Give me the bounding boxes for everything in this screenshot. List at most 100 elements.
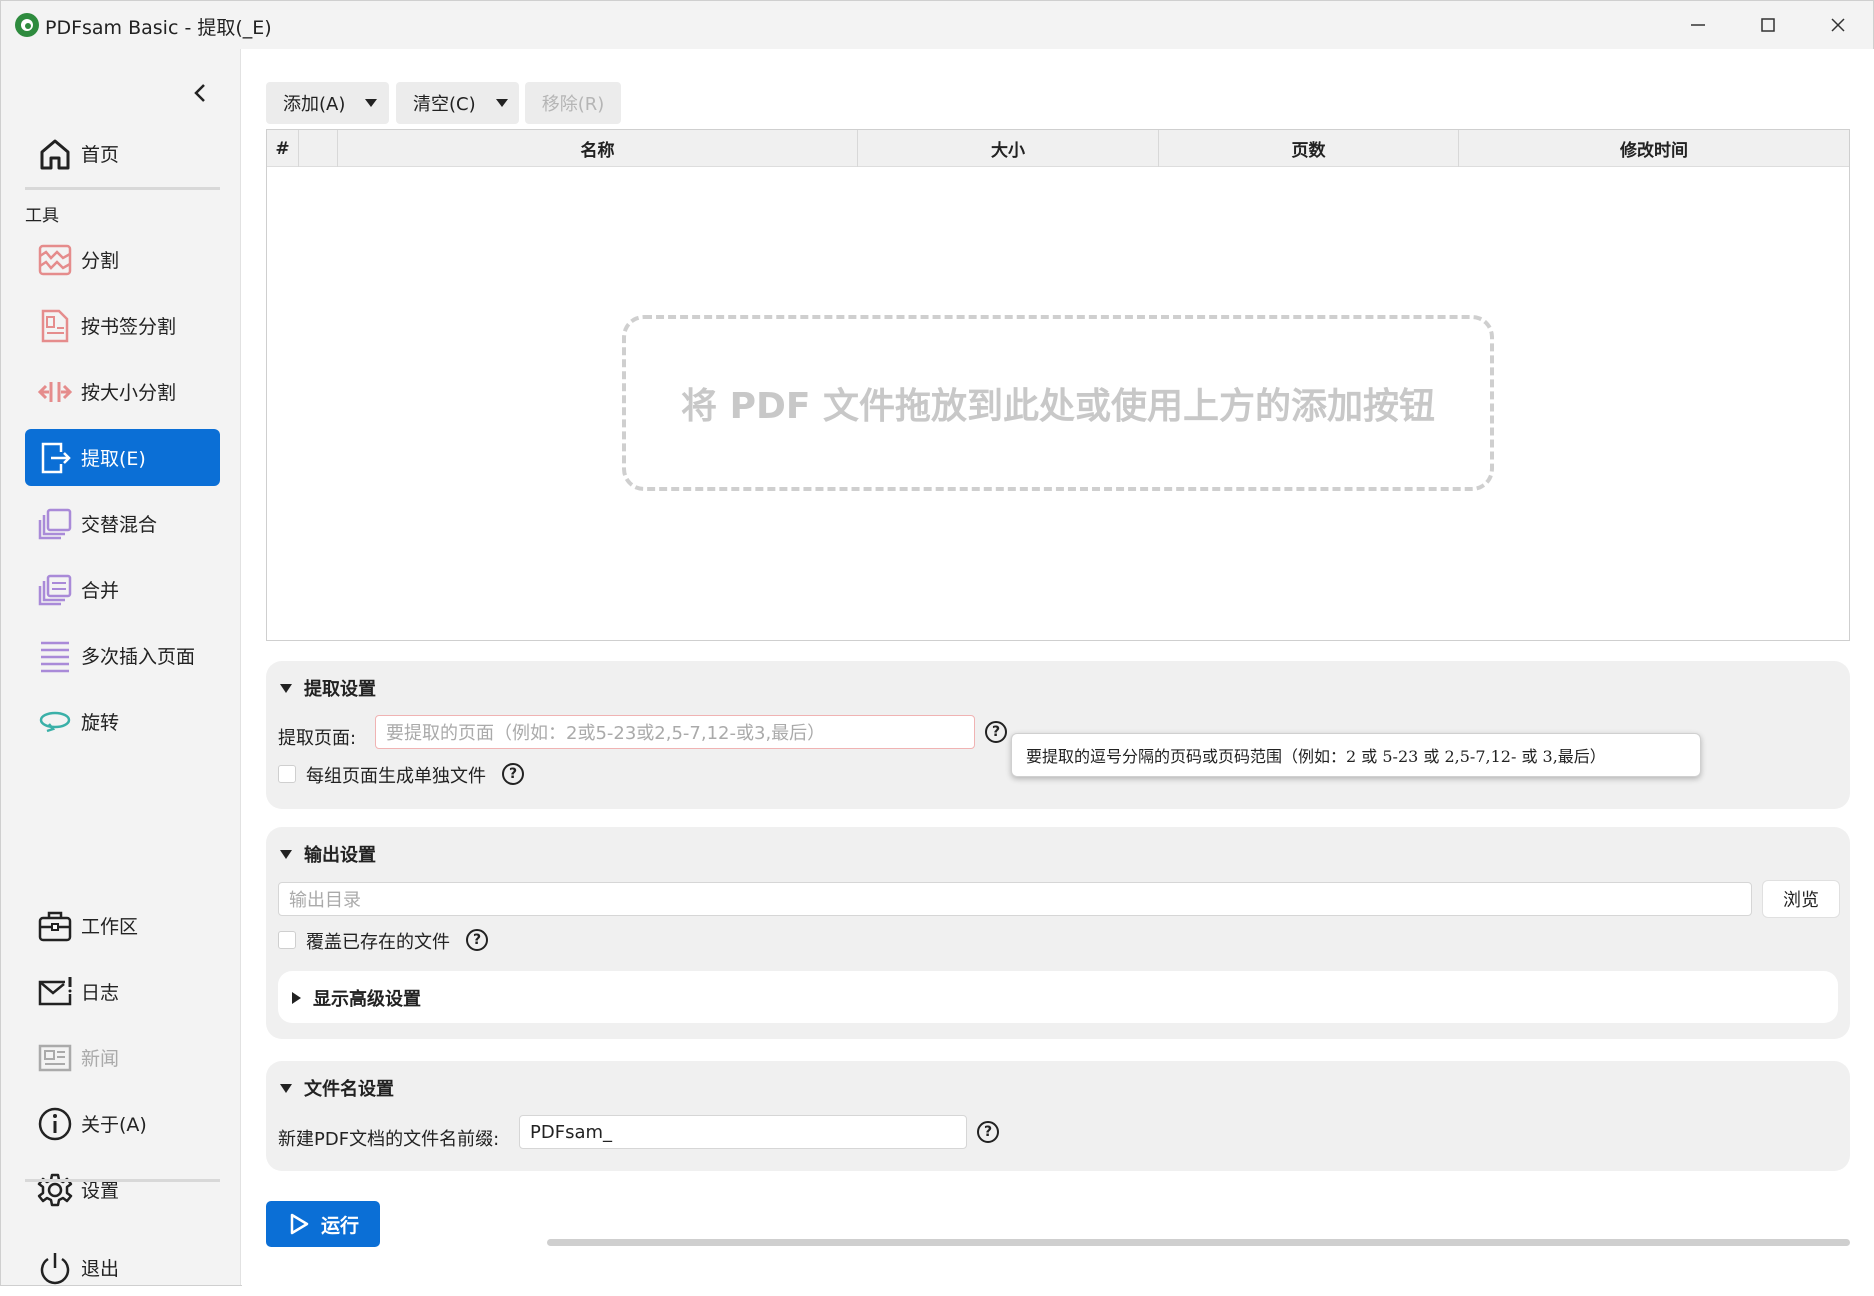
bookmark-split-icon bbox=[35, 306, 75, 346]
run-button[interactable]: 运行 bbox=[266, 1201, 380, 1247]
help-icon[interactable]: ? bbox=[466, 929, 488, 951]
drop-zone[interactable]: 将 PDF 文件拖放到此处或使用上方的添加按钮 bbox=[622, 315, 1494, 491]
prefix-input[interactable]: PDFsam_ bbox=[519, 1115, 967, 1149]
help-icon[interactable]: ? bbox=[985, 721, 1007, 743]
sidebar-item-bookmark-split[interactable]: 按书签分割 bbox=[25, 297, 220, 354]
sidebar-item-label: 按大小分割 bbox=[81, 382, 177, 404]
add-button[interactable]: 添加(A) bbox=[266, 82, 389, 124]
clear-button[interactable]: 清空(C) bbox=[396, 82, 519, 124]
pdfsam-logo-icon bbox=[15, 13, 39, 37]
pages-input-placeholder: 要提取的页面（例如：2或5-23或2,5-7,12-或3,最后） bbox=[386, 723, 826, 744]
help-icon[interactable]: ? bbox=[502, 763, 524, 785]
extract-icon bbox=[35, 438, 75, 478]
pages-input[interactable]: 要提取的页面（例如：2或5-23或2,5-7,12-或3,最后） bbox=[375, 715, 975, 749]
sidebar-item-settings[interactable]: 设置 bbox=[25, 1161, 220, 1218]
sidebar-item-alternate-mix[interactable]: 交替混合 bbox=[25, 495, 220, 552]
sidebar-item-label: 关于(A) bbox=[81, 1114, 147, 1136]
close-button[interactable] bbox=[1803, 1, 1873, 49]
pages-tooltip: 要提取的逗号分隔的页码或页码范围（例如：2 或 5-23 或 2,5-7,12-… bbox=[1011, 733, 1701, 777]
collapsed-triangle-icon bbox=[292, 992, 301, 1004]
sidebar-item-merge[interactable]: 合并 bbox=[25, 561, 220, 618]
sidebar-item-exit[interactable]: 退出 bbox=[25, 1239, 220, 1296]
run-button-label: 运行 bbox=[320, 1214, 359, 1237]
sidebar-item-news[interactable]: 新闻 bbox=[25, 1029, 220, 1086]
window-title: PDFsam Basic - 提取(_E) bbox=[45, 17, 272, 39]
divider bbox=[25, 1179, 220, 1182]
clear-button-label: 清空(C) bbox=[413, 94, 476, 115]
minimize-button[interactable] bbox=[1663, 1, 1733, 49]
sidebar-item-extract[interactable]: 提取(E) bbox=[25, 429, 220, 486]
overwrite-label: 覆盖已存在的文件 bbox=[306, 932, 450, 953]
log-icon bbox=[35, 972, 75, 1012]
extract-settings-header[interactable]: 提取设置 bbox=[280, 675, 376, 701]
advanced-settings-toggle[interactable]: 显示高级设置 bbox=[278, 971, 1838, 1023]
column-header-pages[interactable]: 页数 bbox=[1159, 130, 1459, 167]
sidebar-item-size-split[interactable]: 按大小分割 bbox=[25, 363, 220, 420]
expanded-triangle-icon bbox=[280, 1083, 292, 1093]
minimize-icon bbox=[1691, 24, 1705, 26]
sidebar-item-label: 新闻 bbox=[81, 1048, 120, 1070]
sidebar-item-label: 退出 bbox=[81, 1258, 120, 1280]
column-header-blank[interactable] bbox=[299, 130, 338, 167]
sidebar-item-label: 按书签分割 bbox=[81, 316, 177, 338]
sidebar-item-label: 旋转 bbox=[81, 712, 120, 734]
output-dir-input[interactable]: 输出目录 bbox=[278, 882, 1752, 916]
size-split-icon bbox=[35, 372, 75, 412]
sidebar-item-split[interactable]: 分割 bbox=[25, 231, 220, 288]
advanced-settings-header: 显示高级设置 bbox=[292, 985, 421, 1011]
maximize-button[interactable] bbox=[1733, 1, 1803, 49]
collapse-sidebar-button[interactable] bbox=[189, 81, 213, 105]
filename-settings-panel: 文件名设置 新建PDF文档的文件名前缀: PDFsam_ ? bbox=[266, 1061, 1850, 1171]
sidebar-item-label: 多次插入页面 bbox=[81, 646, 196, 668]
workspace-icon bbox=[35, 906, 75, 946]
overwrite-checkbox[interactable] bbox=[278, 931, 296, 949]
sidebar-item-label: 交替混合 bbox=[81, 514, 158, 536]
sidebar-item-home[interactable]: 首页 bbox=[25, 125, 220, 182]
sidebar-item-log[interactable]: 日志 bbox=[25, 963, 220, 1020]
horizontal-scrollbar[interactable] bbox=[547, 1239, 1850, 1246]
file-table[interactable]: # 名称 大小 页数 修改时间 将 PDF 文件拖放到此处或使用上方的添加按钮 bbox=[266, 129, 1850, 641]
output-dir-placeholder: 输出目录 bbox=[289, 890, 361, 911]
prefix-label: 新建PDF文档的文件名前缀: bbox=[278, 1129, 500, 1150]
browse-button[interactable]: 浏览 bbox=[1762, 880, 1840, 918]
chevron-down-icon bbox=[365, 99, 378, 107]
remove-button-label: 移除(R) bbox=[541, 94, 605, 115]
merge-icon bbox=[35, 570, 75, 610]
sidebar-item-label: 首页 bbox=[81, 144, 120, 166]
main-content: 添加(A) 清空(C) 移除(R) # 名称 大小 页数 修改时间 将 PDF … bbox=[242, 49, 1874, 1287]
column-header-index[interactable]: # bbox=[267, 130, 299, 167]
maximize-icon bbox=[1761, 18, 1775, 32]
output-settings-header[interactable]: 输出设置 bbox=[280, 841, 376, 867]
table-header: # 名称 大小 页数 修改时间 bbox=[267, 130, 1849, 167]
add-button-label: 添加(A) bbox=[283, 94, 346, 115]
column-header-modified[interactable]: 修改时间 bbox=[1459, 130, 1849, 167]
news-icon bbox=[35, 1038, 75, 1078]
sidebar-item-workspace[interactable]: 工作区 bbox=[25, 897, 220, 954]
app-window: PDFsam Basic - 提取(_E) 首页 工具 分割 按书签分割 按大小… bbox=[0, 0, 1874, 1287]
separate-file-label: 每组页面生成单独文件 bbox=[306, 766, 486, 787]
sidebar-item-rotate[interactable]: 旋转 bbox=[25, 693, 220, 750]
column-header-name[interactable]: 名称 bbox=[338, 130, 858, 167]
sidebar-item-insert-pages[interactable]: 多次插入页面 bbox=[25, 627, 220, 684]
rotate-icon bbox=[35, 702, 75, 742]
chevron-left-icon bbox=[194, 84, 205, 102]
filename-settings-header[interactable]: 文件名设置 bbox=[280, 1075, 394, 1101]
info-icon bbox=[35, 1104, 75, 1144]
sidebar-item-about[interactable]: 关于(A) bbox=[25, 1095, 220, 1152]
remove-button[interactable]: 移除(R) bbox=[525, 82, 621, 124]
alternate-mix-icon bbox=[35, 504, 75, 544]
close-icon bbox=[1831, 18, 1845, 32]
separate-file-checkbox[interactable] bbox=[278, 765, 296, 783]
chevron-down-icon bbox=[495, 99, 508, 107]
help-icon[interactable]: ? bbox=[977, 1121, 999, 1143]
title-bar: PDFsam Basic - 提取(_E) bbox=[1, 1, 1873, 49]
home-icon bbox=[35, 134, 75, 174]
prefix-input-value: PDFsam_ bbox=[530, 1121, 613, 1143]
pages-label: 提取页面: bbox=[278, 728, 357, 749]
power-icon bbox=[35, 1248, 75, 1288]
column-header-size[interactable]: 大小 bbox=[858, 130, 1159, 167]
advanced-settings-label: 显示高级设置 bbox=[313, 989, 421, 1010]
sidebar-item-label: 分割 bbox=[81, 250, 120, 272]
expanded-triangle-icon bbox=[280, 683, 292, 693]
output-settings-title: 输出设置 bbox=[304, 845, 376, 866]
